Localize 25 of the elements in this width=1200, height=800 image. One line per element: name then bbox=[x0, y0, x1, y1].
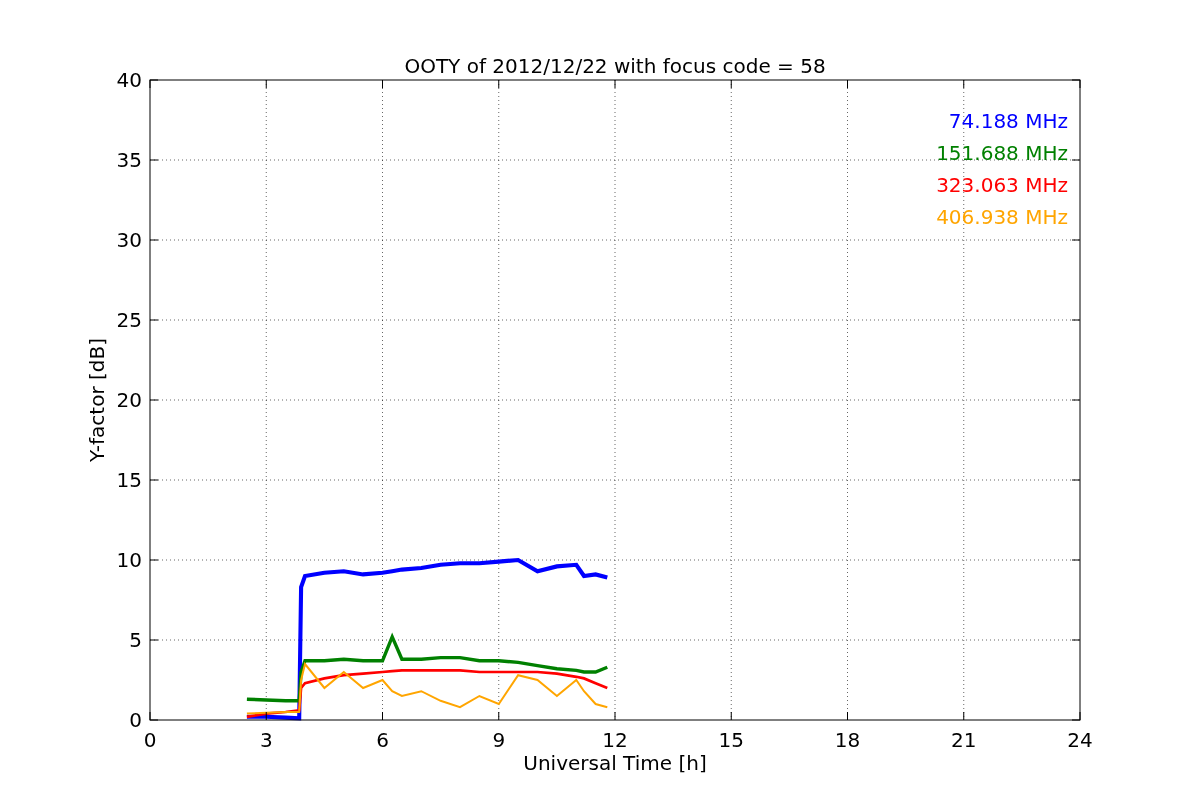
y-tick-label: 5 bbox=[129, 628, 142, 652]
x-tick-label: 21 bbox=[951, 728, 977, 752]
legend-label: 323.063 MHz bbox=[936, 173, 1068, 197]
y-tick-label: 30 bbox=[116, 228, 142, 252]
y-tick-label: 0 bbox=[129, 708, 142, 732]
chart-title: OOTY of 2012/12/22 with focus code = 58 bbox=[404, 54, 826, 78]
y-tick-label: 40 bbox=[116, 68, 142, 92]
legend-label: 151.688 MHz bbox=[936, 141, 1068, 165]
legend-label: 406.938 MHz bbox=[936, 205, 1068, 229]
legend-label: 74.188 MHz bbox=[948, 109, 1068, 133]
y-axis-label: Y-factor [dB] bbox=[85, 338, 109, 462]
x-tick-label: 0 bbox=[143, 728, 157, 752]
x-tick-label: 24 bbox=[1067, 728, 1093, 752]
x-tick-label: 3 bbox=[259, 728, 273, 752]
y-tick-label: 15 bbox=[116, 468, 142, 492]
y-tick-label: 35 bbox=[116, 148, 142, 172]
y-tick-label: 20 bbox=[116, 388, 142, 412]
x-tick-label: 9 bbox=[492, 728, 506, 752]
x-tick-label: 6 bbox=[376, 728, 389, 752]
x-tick-label: 18 bbox=[834, 728, 861, 752]
x-axis-label: Universal Time [h] bbox=[523, 751, 707, 775]
y-tick-label: 10 bbox=[116, 548, 142, 572]
x-tick-label: 15 bbox=[718, 728, 744, 752]
y-tick-label: 25 bbox=[116, 308, 142, 332]
x-tick-label: 12 bbox=[602, 728, 628, 752]
